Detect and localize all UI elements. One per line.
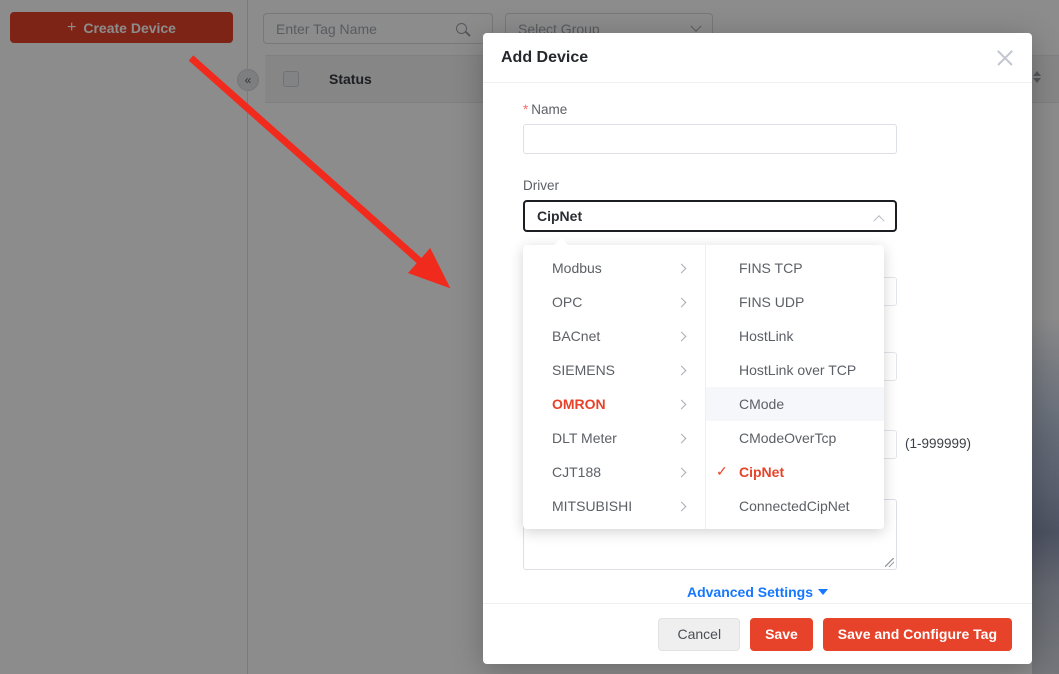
chevron-right-icon — [676, 433, 687, 443]
chevron-right-icon — [676, 297, 687, 307]
chevron-right-icon — [676, 399, 687, 409]
chevron-up-icon — [873, 214, 885, 226]
driver-label: Driver — [523, 178, 559, 193]
menu-item-fins-udp[interactable]: FINS UDP — [706, 285, 884, 319]
menu-item-cmodeovertcp[interactable]: CModeOverTcp — [706, 421, 884, 455]
menu-item-cipnet[interactable]: ✓ CipNet — [706, 455, 884, 489]
driver-dropdown-menu: Modbus OPC BACnet SIEMENS OMRON DLT Mete… — [523, 237, 884, 529]
add-device-modal: Add Device * Name Driver CipNet (1-999999… — [483, 33, 1032, 664]
menu-item-modbus[interactable]: Modbus — [523, 251, 705, 285]
modal-header: Add Device — [483, 33, 1032, 83]
menu-item-cmode[interactable]: CMode — [706, 387, 884, 421]
save-button[interactable]: Save — [750, 617, 813, 651]
menu-item-bacnet[interactable]: BACnet — [523, 319, 705, 353]
menu-item-cjt188[interactable]: CJT188 — [523, 455, 705, 489]
menu-item-connectedcipnet[interactable]: ConnectedCipNet — [706, 489, 884, 523]
menu-item-opc[interactable]: OPC — [523, 285, 705, 319]
save-and-configure-tag-button[interactable]: Save and Configure Tag — [822, 617, 1012, 651]
menu-item-siemens[interactable]: SIEMENS — [523, 353, 705, 387]
menu-item-omron[interactable]: OMRON — [523, 387, 705, 421]
resize-handle-icon[interactable] — [885, 558, 894, 567]
required-mark: * — [523, 102, 529, 117]
chevron-right-icon — [676, 331, 687, 341]
modal-title: Add Device — [501, 49, 589, 66]
driver-category-column: Modbus OPC BACnet SIEMENS OMRON DLT Mete… — [523, 245, 705, 529]
driver-submenu-column: FINS TCP FINS UDP HostLink HostLink over… — [705, 245, 884, 529]
advanced-settings-link[interactable]: Advanced Settings — [483, 584, 1032, 600]
menu-item-hostlink[interactable]: HostLink — [706, 319, 884, 353]
cancel-button[interactable]: Cancel — [658, 617, 741, 651]
chevron-right-icon — [676, 365, 687, 375]
chevron-right-icon — [676, 501, 687, 511]
menu-item-hostlink-over-tcp[interactable]: HostLink over TCP — [706, 353, 884, 387]
screen: + Create Device Select Group Status « Ad… — [0, 0, 1059, 674]
menu-item-dlt-meter[interactable]: DLT Meter — [523, 421, 705, 455]
driver-select[interactable]: CipNet — [523, 200, 897, 232]
chevron-right-icon — [676, 263, 687, 273]
menu-item-mitsubishi[interactable]: MITSUBISHI — [523, 489, 705, 523]
name-label: * Name — [523, 102, 568, 117]
caret-down-icon — [818, 589, 829, 595]
check-icon: ✓ — [716, 463, 728, 479]
chevron-right-icon — [676, 467, 687, 477]
close-icon[interactable] — [996, 49, 1014, 67]
modal-footer: Cancel Save Save and Configure Tag — [483, 603, 1032, 664]
menu-item-fins-tcp[interactable]: FINS TCP — [706, 251, 884, 285]
range-hint: (1-999999) — [905, 436, 972, 451]
driver-select-value: CipNet — [537, 208, 583, 224]
name-input[interactable] — [523, 124, 897, 154]
